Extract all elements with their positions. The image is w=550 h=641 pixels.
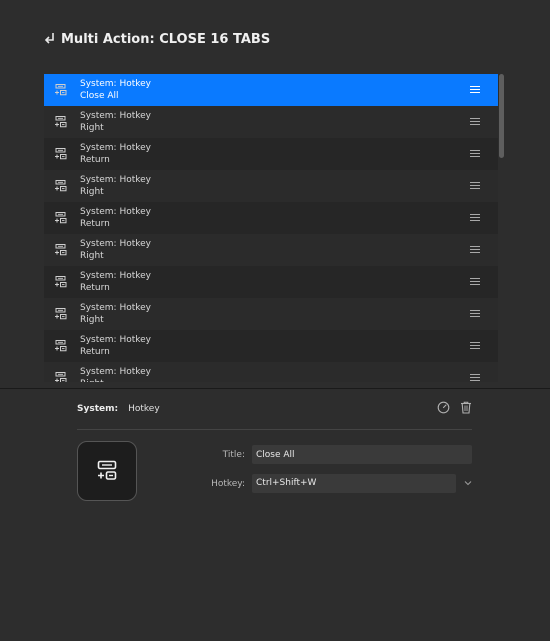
chevron-down-icon[interactable]: [464, 480, 472, 486]
action-item-plugin: System: Hotkey: [80, 303, 152, 313]
action-item-plugin: System: Hotkey: [80, 79, 152, 89]
action-item-title: Return: [80, 283, 110, 293]
hotkey-icon: [55, 308, 67, 320]
action-item-plugin: System: Hotkey: [80, 143, 152, 153]
drag-handle-icon[interactable]: [470, 342, 480, 349]
action-item-plugin: System: Hotkey: [80, 239, 152, 249]
hotkey-icon: [55, 148, 67, 160]
action-item-title: Right: [80, 315, 104, 325]
drag-handle-icon[interactable]: [470, 86, 480, 93]
inspector-divider: [77, 429, 472, 430]
action-item-text: System: HotkeyRight: [80, 366, 151, 382]
drag-handle-icon[interactable]: [470, 150, 480, 157]
action-list: System: Hotkey Close All System: Hotkey Rig…: [44, 74, 498, 382]
drag-handle-icon[interactable]: [470, 310, 480, 317]
title-label: Title:: [222, 450, 245, 460]
action-item-plugin: System: Hotkey: [80, 335, 152, 345]
return-arrow-icon[interactable]: [44, 32, 56, 46]
drag-handle-icon[interactable]: [470, 182, 480, 189]
page-title: Multi Action: CLOSE 16 TABS: [61, 31, 271, 47]
hotkey-field[interactable]: Ctrl+Shift+W: [252, 474, 456, 493]
inspector-header: System: Hotkey: [77, 400, 472, 418]
hotkey-icon: [55, 372, 67, 382]
hotkey-icon: [55, 244, 67, 256]
action-list-item[interactable]: System: Hotkey Return: [44, 202, 498, 234]
action-item-text: System: Hotkey Right: [80, 238, 151, 262]
scrollbar[interactable]: [499, 74, 505, 382]
action-list-item[interactable]: System: Hotkey Return: [44, 330, 498, 362]
hotkey-icon: [55, 116, 67, 128]
key-preview-tile[interactable]: [77, 441, 137, 501]
action-item-title: Return: [80, 219, 110, 229]
hotkey-icon: [55, 276, 67, 288]
action-item-plugin: System: Hotkey: [80, 271, 152, 281]
action-item-text: System: Hotkey Right: [80, 110, 151, 134]
action-item-title: Right: [80, 251, 104, 261]
drag-handle-icon[interactable]: [470, 118, 480, 125]
hotkey-icon: [55, 340, 67, 352]
hotkey-icon: [55, 212, 67, 224]
action-item-title: Right: [80, 378, 151, 382]
action-list-item[interactable]: System: Hotkey Right: [44, 234, 498, 266]
action-item-plugin: System: Hotkey: [80, 367, 152, 377]
hotkey-label: Hotkey:: [211, 479, 245, 489]
plugin-name: System:: [77, 404, 119, 414]
action-item-title: Return: [80, 155, 110, 165]
trash-icon[interactable]: [460, 401, 472, 414]
action-item-plugin: System: Hotkey: [80, 175, 152, 185]
action-item-text: System: Hotkey Right: [80, 302, 151, 326]
action-list-item[interactable]: System: Hotkey Return: [44, 266, 498, 298]
drag-handle-icon[interactable]: [470, 278, 480, 285]
scrollbar-thumb[interactable]: [499, 74, 504, 158]
title-field[interactable]: [252, 445, 472, 464]
divider: [0, 388, 550, 389]
action-item-text: System: Hotkey Return: [80, 334, 151, 358]
action-list-item[interactable]: System: Hotkey Right: [44, 106, 498, 138]
action-item-title: Right: [80, 187, 104, 197]
drag-handle-icon[interactable]: [470, 374, 480, 381]
action-item-text: System: Hotkey Return: [80, 142, 151, 166]
hotkey-icon: [97, 460, 117, 480]
action-list-container[interactable]: System: Hotkey Close All System: Hotkey Rig…: [44, 74, 498, 382]
action-item-plugin: System: Hotkey: [80, 207, 152, 217]
page-header: Multi Action: CLOSE 16 TABS: [44, 30, 270, 48]
action-item-title: Right: [80, 123, 104, 133]
action-name: Hotkey: [128, 404, 160, 414]
action-list-item[interactable]: System: Hotkey Right: [44, 170, 498, 202]
gauge-icon[interactable]: [437, 401, 450, 414]
action-list-item[interactable]: System: HotkeyRight: [44, 362, 498, 382]
drag-handle-icon[interactable]: [470, 246, 480, 253]
drag-handle-icon[interactable]: [470, 214, 480, 221]
action-item-title: Return: [80, 347, 110, 357]
action-item-text: System: Hotkey Return: [80, 206, 151, 230]
action-list-item[interactable]: System: Hotkey Return: [44, 138, 498, 170]
action-item-text: System: Hotkey Close All: [80, 78, 151, 102]
action-item-title: Close All: [80, 91, 119, 101]
inspector-actions: [437, 401, 472, 414]
action-item-text: System: Hotkey Return: [80, 270, 151, 294]
action-list-item[interactable]: System: Hotkey Right: [44, 298, 498, 330]
action-item-plugin: System: Hotkey: [80, 111, 152, 121]
hotkey-icon: [55, 180, 67, 192]
action-list-item[interactable]: System: Hotkey Close All: [44, 74, 498, 106]
hotkey-icon: [55, 84, 67, 96]
action-item-text: System: Hotkey Right: [80, 174, 151, 198]
